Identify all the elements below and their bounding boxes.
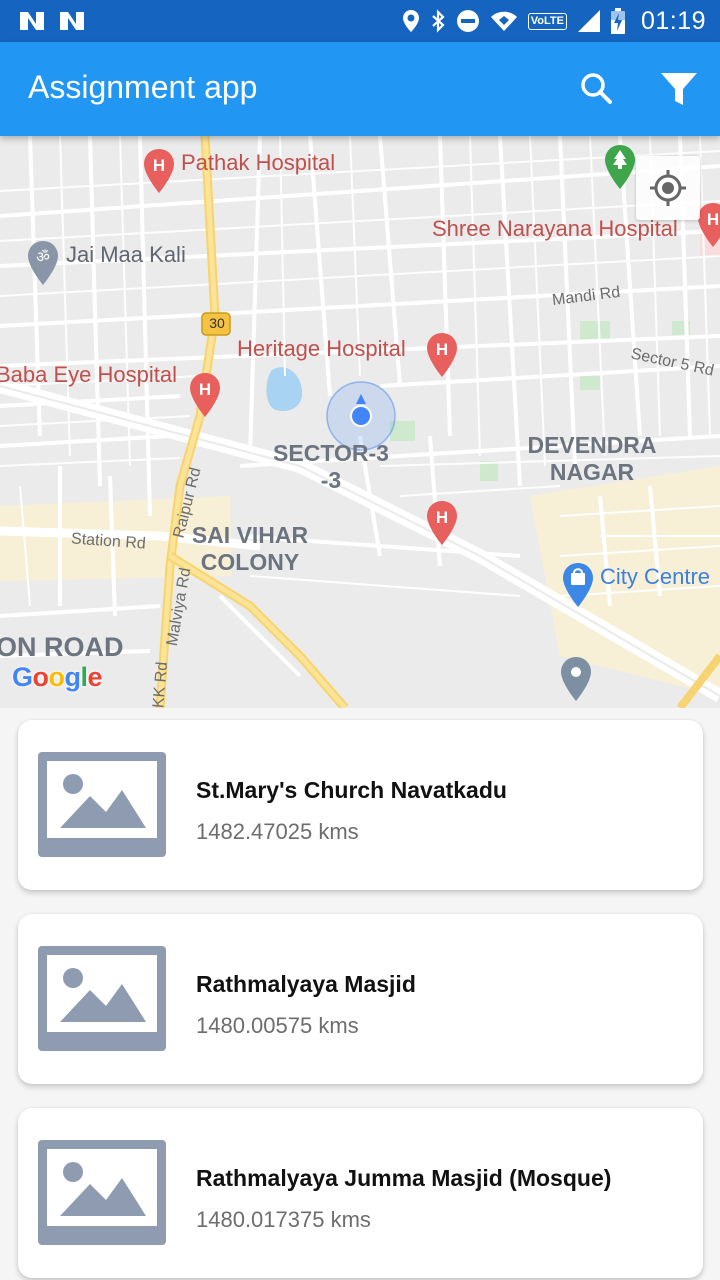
bluetooth-icon xyxy=(431,9,445,33)
map-label-pathak-hospital: Pathak Hospital xyxy=(181,150,336,175)
hospital-marker-icon[interactable]: H xyxy=(189,372,221,418)
svg-text:H: H xyxy=(436,508,448,527)
place-card[interactable]: St.Mary's Church Navatkadu 1482.47025 km… xyxy=(18,720,703,890)
app-title: Assignment app xyxy=(28,69,258,105)
place-name: St.Mary's Church Navatkadu xyxy=(196,777,507,803)
app-bar: Assignment app xyxy=(0,42,720,136)
map-label-baba-eye-hospital: Baba Eye Hospital xyxy=(0,362,177,387)
places-list[interactable]: St.Mary's Church Navatkadu 1482.47025 km… xyxy=(0,708,720,1280)
hospital-marker-icon[interactable]: H xyxy=(143,148,175,194)
my-location-icon xyxy=(650,170,686,206)
place-card[interactable]: Rathmalyaya Masjid 1480.00575 kms xyxy=(18,914,703,1084)
image-placeholder-icon xyxy=(38,752,166,857)
place-marker-icon[interactable] xyxy=(560,656,592,702)
park-marker-icon[interactable] xyxy=(604,144,636,190)
hospital-marker-icon[interactable]: H xyxy=(697,202,720,248)
place-distance: 1480.017375 kms xyxy=(196,1207,371,1232)
do-not-disturb-icon xyxy=(456,10,479,32)
map-label-jai-maa-kali: Jai Maa Kali xyxy=(66,242,186,267)
svg-text:H: H xyxy=(153,156,165,175)
battery-charging-icon xyxy=(610,8,625,34)
image-placeholder-icon xyxy=(38,946,166,1051)
clock: 01:19 xyxy=(640,6,706,35)
map-label-city-centre: City Centre xyxy=(600,564,711,589)
wifi-icon xyxy=(490,11,517,31)
map-label-on-road: ON ROAD xyxy=(0,632,124,662)
svg-text:ॐ: ॐ xyxy=(36,248,50,266)
filter-icon[interactable] xyxy=(657,67,701,111)
map-label-devendra-nagar: DEVENDRA NAGAR xyxy=(527,432,657,485)
status-bar: VoLTE 01:19 xyxy=(0,0,720,42)
map-label-sector-3: SECTOR-3 -3 xyxy=(273,440,389,493)
my-location-button[interactable] xyxy=(636,156,700,220)
signal-icon xyxy=(577,10,600,32)
google-logo: Google xyxy=(12,662,103,692)
n-notification-icon xyxy=(20,12,44,30)
highway-number: 30 xyxy=(209,315,225,331)
place-name: Rathmalyaya Masjid xyxy=(196,971,416,997)
image-placeholder-icon xyxy=(38,1140,166,1245)
place-distance: 1480.00575 kms xyxy=(196,1013,359,1038)
search-icon[interactable] xyxy=(574,67,618,111)
hospital-marker-icon[interactable]: H xyxy=(426,332,458,378)
location-icon xyxy=(402,10,419,32)
place-card[interactable]: Rathmalyaya Jumma Masjid (Mosque) 1480.0… xyxy=(18,1108,703,1278)
map-view[interactable]: H H H H H ॐ Pathak Hospital Shree Naraya… xyxy=(0,136,720,708)
svg-text:H: H xyxy=(436,340,448,359)
temple-marker-icon[interactable]: ॐ xyxy=(27,240,59,286)
n-notification-icon xyxy=(60,12,84,30)
map-label-sai-vihar-colony: SAI VIHAR COLONY xyxy=(191,522,309,575)
svg-text:H: H xyxy=(707,210,719,229)
shopping-marker-icon[interactable] xyxy=(562,562,594,608)
volte-icon: VoLTE xyxy=(527,12,567,30)
svg-text:H: H xyxy=(199,380,211,399)
hospital-marker-icon[interactable]: H xyxy=(426,500,458,546)
map-label-heritage-hospital: Heritage Hospital xyxy=(237,336,406,361)
place-name: Rathmalyaya Jumma Masjid (Mosque) xyxy=(196,1165,612,1191)
place-distance: 1482.47025 kms xyxy=(196,819,359,844)
